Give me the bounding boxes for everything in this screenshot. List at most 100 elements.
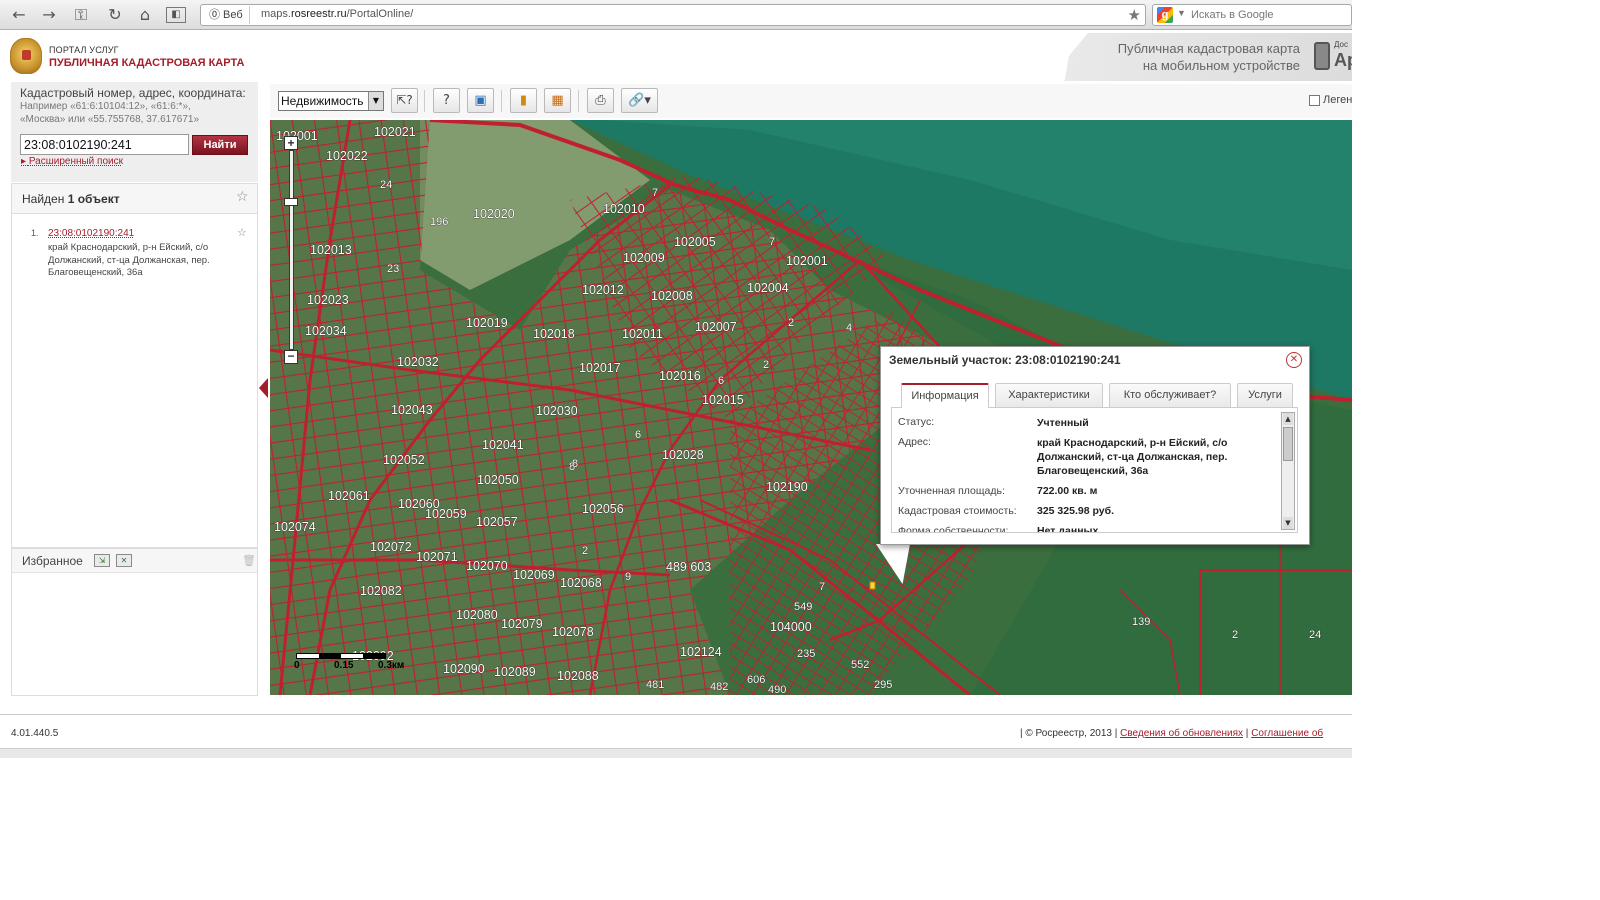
key-icon[interactable]: ⚿ (70, 4, 92, 26)
agreement-link[interactable]: Соглашение об (1251, 728, 1323, 739)
search-panel: Кадастровый номер, адрес, координата: На… (11, 82, 258, 182)
legend-label: Леген (1323, 94, 1352, 106)
scale-mid-label: 0.15 (334, 660, 354, 671)
link-icon[interactable]: 🔗▾ (621, 88, 658, 113)
parcel-label: 235 (797, 648, 815, 660)
parcel-label: 102022 (326, 149, 368, 163)
parcel-label: 489 603 (666, 560, 711, 574)
parcel-label: 102124 (680, 645, 722, 659)
parcel-label: 102007 (695, 320, 737, 334)
zoom-in-button[interactable]: + (284, 136, 298, 150)
tab-services[interactable]: Услуги (1237, 383, 1293, 407)
collapse-panel-arrow-icon[interactable] (259, 378, 268, 398)
parcel-label: 24 (380, 179, 392, 191)
tab-information[interactable]: Информация (901, 383, 989, 408)
parcel-label: 102056 (582, 502, 624, 516)
search-hint-1: Например «61:6:10104:12», «61:6:*», (20, 101, 191, 112)
updates-link[interactable]: Сведения об обновлениях (1120, 728, 1243, 739)
ruler-icon[interactable]: ▮ (510, 88, 537, 113)
app-version: 4.01.440.5 (11, 728, 59, 739)
globe-icon: ⓪ (209, 8, 220, 21)
reader-icon[interactable]: ◧ (166, 7, 186, 23)
back-icon[interactable]: ← (8, 4, 30, 26)
parcel-info-popup: Земельный участок: 23:08:0102190:241 ✕ И… (880, 346, 1310, 545)
site-info-chip[interactable]: ⓪ Веб (203, 6, 250, 24)
bookmark-star-icon[interactable]: ★ (1128, 6, 1141, 24)
favorites-panel: Избранное ⇲ ✕ 🗑 (11, 548, 258, 696)
scroll-thumb[interactable] (1283, 427, 1293, 461)
export-favorites-icon[interactable]: ⇲ (94, 554, 110, 567)
result-link[interactable]: 23:08:0102190:241 (48, 228, 134, 239)
mobile-promo-text[interactable]: Публичная кадастровая карта на мобильном … (1080, 40, 1300, 74)
forward-icon[interactable]: → (38, 4, 60, 26)
parcel-label: 8 (572, 458, 578, 470)
parcel-label: 102190 (766, 480, 808, 494)
coat-of-arms-logo[interactable] (10, 38, 42, 74)
selected-parcel[interactable] (869, 581, 876, 590)
parcel-label: 102034 (305, 324, 347, 338)
measure-icon[interactable]: ? (433, 88, 460, 113)
popup-scrollbar[interactable]: ▲ ▼ (1281, 412, 1295, 530)
scroll-down-icon[interactable]: ▼ (1283, 517, 1293, 529)
parcel-label: 102010 (603, 202, 645, 216)
app-store-text[interactable]: Ap (1334, 50, 1352, 71)
zoom-slider[interactable] (289, 150, 294, 350)
trash-icon[interactable]: 🗑 (242, 554, 256, 567)
parcel-label: 102004 (747, 281, 789, 295)
result-star-icon[interactable]: ☆ (237, 226, 247, 239)
tab-characteristics[interactable]: Характеристики (995, 383, 1103, 407)
print-icon[interactable]: ⎙ (587, 88, 614, 113)
legend-checkbox[interactable] (1309, 95, 1320, 106)
parcel-label: 102089 (494, 665, 536, 679)
parcel-label: 102082 (360, 584, 402, 598)
popup-content: Статус: Учтенный Адрес: край Краснодарск… (891, 407, 1298, 533)
browser-toolbar: ← → ⚿ ↻ ⌂ ◧ ⓪ Веб maps.rosreestr.ru/Porta… (0, 0, 1352, 30)
google-icon[interactable]: g (1157, 7, 1173, 23)
cadastral-icon[interactable]: ▦ (544, 88, 571, 113)
scroll-up-icon[interactable]: ▲ (1283, 413, 1293, 425)
screen: ← → ⚿ ↻ ⌂ ◧ ⓪ Веб maps.rosreestr.ru/Porta… (0, 0, 1352, 758)
parcel-label: 102072 (370, 540, 412, 554)
parcel-label: 102017 (579, 361, 621, 375)
parcel-label: 2 (763, 359, 769, 371)
parcel-label: 102019 (466, 316, 508, 330)
parcel-label: 139 (1132, 616, 1150, 628)
parcel-label: 6 (718, 375, 724, 387)
parcel-label: 102020 (473, 207, 515, 221)
parcel-label: 23 (387, 263, 399, 275)
parcel-label: 102016 (659, 369, 701, 383)
home-icon[interactable]: ⌂ (134, 4, 156, 26)
area-label: Уточненная площадь: (898, 485, 1005, 497)
advanced-search-link[interactable]: Расширенный поиск (21, 156, 123, 167)
address-bar[interactable]: ⓪ Веб maps.rosreestr.ru/PortalOnline/ ★ (200, 4, 1146, 26)
select-info-icon[interactable]: ⇱? (391, 88, 418, 113)
parcel-label: 102030 (536, 404, 578, 418)
parcel-label: 2 (1232, 629, 1238, 641)
copyright-text: | © Росреестр, 2013 | (1020, 728, 1118, 739)
layer-select[interactable]: Недвижимость ▼ (278, 91, 384, 111)
zoom-slider-handle[interactable] (284, 198, 298, 206)
parcel-label: 102032 (397, 355, 439, 369)
browser-search-box[interactable]: g ▼ Искать в Google (1152, 4, 1352, 26)
close-icon[interactable]: ✕ (1286, 352, 1302, 368)
app-store-label: Дос (1334, 40, 1348, 49)
excel-export-icon[interactable]: ✕ (116, 554, 132, 567)
page-title[interactable]: ПУБЛИЧНАЯ КАДАСТРОВАЯ КАРТА (49, 57, 244, 69)
parcel-label: 2 (788, 317, 794, 329)
reload-icon[interactable]: ↻ (104, 4, 126, 26)
popup-tabs: Информация Характеристики Кто обслуживае… (899, 383, 1299, 408)
result-address: край Краснодарский, р-н Ейский, с/о Долж… (48, 242, 210, 278)
find-button[interactable]: Найти (192, 135, 248, 155)
zoom-out-button[interactable]: − (284, 350, 298, 364)
phone-icon[interactable] (1314, 42, 1330, 70)
parcel-label: 102005 (674, 235, 716, 249)
add-favorite-star-icon[interactable]: ☆ (236, 189, 249, 205)
parcel-label: 102069 (513, 568, 555, 582)
browser-search-placeholder: Искать в Google (1191, 9, 1274, 21)
chevron-down-icon[interactable]: ▼ (1177, 8, 1186, 18)
tab-who-serves[interactable]: Кто обслуживает? (1109, 383, 1231, 407)
parcel-label: 102057 (476, 515, 518, 529)
toolbar-divider (578, 90, 579, 112)
search-input[interactable] (20, 134, 189, 155)
identify-icon[interactable]: ▣ (467, 88, 494, 113)
